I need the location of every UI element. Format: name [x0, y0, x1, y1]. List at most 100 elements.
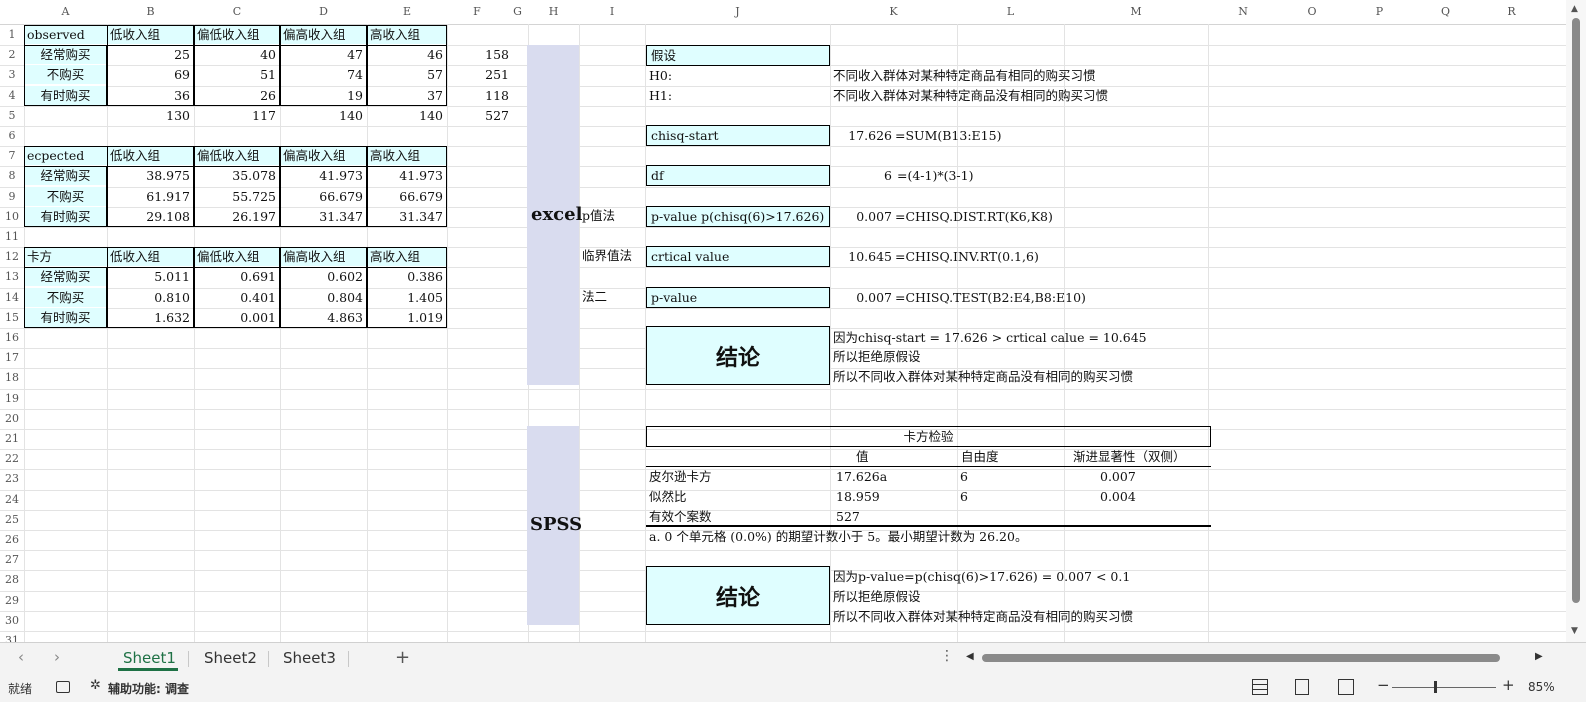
row-header-8[interactable]: 8 — [0, 166, 25, 187]
row-header-30[interactable]: 30 — [0, 610, 25, 631]
column-header-r[interactable]: R — [1478, 2, 1545, 21]
row-header-29[interactable]: 29 — [0, 590, 25, 611]
column-header-p[interactable]: P — [1346, 2, 1413, 21]
hscroll-right-icon[interactable]: ▶ — [1535, 651, 1543, 662]
observed-col-total[interactable]: 140 — [367, 106, 447, 125]
vertical-scrollbar[interactable]: ▲ ▼ — [1566, 0, 1586, 642]
column-header-j[interactable]: J — [645, 2, 830, 21]
column-header-c[interactable]: C — [194, 2, 280, 21]
zoom-in-icon[interactable]: + — [1502, 676, 1515, 694]
column-header-g[interactable]: G — [507, 2, 528, 21]
row-header-20[interactable]: 20 — [0, 408, 25, 429]
observed-col-total[interactable]: 527 — [447, 106, 513, 125]
tab-sheet2[interactable]: Sheet2 — [204, 647, 257, 669]
table-border — [107, 25, 194, 106]
column-header-h[interactable]: H — [528, 2, 579, 21]
row-header-9[interactable]: 9 — [0, 186, 25, 207]
row-header-11[interactable]: 11 — [0, 227, 25, 248]
next-sheet-icon[interactable]: › — [54, 648, 60, 666]
accessibility-icon[interactable]: ✲ — [90, 678, 101, 693]
zoom-out-icon[interactable]: − — [1377, 676, 1390, 694]
column-header-b[interactable]: B — [107, 2, 194, 21]
observed-col-total[interactable]: 140 — [280, 106, 367, 125]
pvalue2-value[interactable]: 0.007 — [830, 288, 892, 307]
add-sheet-button[interactable]: + — [395, 647, 410, 669]
chisq-start-value[interactable]: 17.626 — [830, 126, 892, 145]
row-header-22[interactable]: 22 — [0, 449, 25, 470]
row-header-5[interactable]: 5 — [0, 105, 25, 126]
column-header-m[interactable]: M — [1064, 2, 1208, 21]
row-header-13[interactable]: 13 — [0, 267, 25, 288]
horizontal-scroll-thumb[interactable] — [982, 654, 1500, 662]
row-header-21[interactable]: 21 — [0, 429, 25, 450]
row-header-10[interactable]: 10 — [0, 206, 25, 227]
pvalue-label[interactable]: p-value p(chisq(6)>17.626) — [646, 206, 830, 227]
scroll-down-icon[interactable]: ▼ — [1571, 626, 1578, 636]
tab-sheet3[interactable]: Sheet3 — [283, 647, 336, 669]
row-header-16[interactable]: 16 — [0, 328, 25, 349]
row-header-18[interactable]: 18 — [0, 368, 25, 389]
row-header-15[interactable]: 15 — [0, 307, 25, 328]
df-value[interactable]: 6 — [830, 166, 892, 185]
tab-sheet1[interactable]: Sheet1 — [123, 647, 176, 669]
spreadsheet-grid[interactable]: ABCDEFGHIJKLMNOPQR 1 2 3 4 5 6 7 8 9 10 11 12 13 14 15… — [0, 0, 1566, 642]
accessibility-status[interactable]: 辅助功能: 调查 — [108, 680, 189, 697]
column-header-d[interactable]: D — [280, 2, 367, 21]
row-header-6[interactable]: 6 — [0, 126, 25, 147]
column-header-e[interactable]: E — [367, 2, 447, 21]
row-header-25[interactable]: 25 — [0, 509, 25, 530]
column-header-o[interactable]: O — [1278, 2, 1346, 21]
df-label[interactable]: df — [646, 165, 830, 186]
zoom-slider-thumb[interactable] — [1434, 681, 1438, 693]
macro-record-icon[interactable] — [56, 681, 70, 693]
row-header-17[interactable]: 17 — [0, 348, 25, 369]
hscroll-left-icon[interactable]: ◀ — [966, 651, 974, 662]
row-header-12[interactable]: 12 — [0, 247, 25, 268]
observed-col-total[interactable]: 117 — [194, 106, 280, 125]
prev-sheet-icon[interactable]: ‹ — [18, 648, 24, 666]
row-header-3[interactable]: 3 — [0, 65, 25, 86]
column-header-k[interactable]: K — [830, 2, 957, 21]
normal-view-icon[interactable] — [1252, 679, 1268, 695]
spss-cell: 527 — [836, 509, 860, 524]
chisq-start-label[interactable]: chisq-start — [646, 125, 830, 146]
column-header-f[interactable]: F — [447, 2, 507, 21]
column-header-a[interactable]: A — [24, 2, 107, 21]
row-header-7[interactable]: 7 — [0, 146, 25, 167]
vertical-scroll-thumb[interactable] — [1572, 18, 1580, 603]
row-header-27[interactable]: 27 — [0, 550, 25, 571]
column-header-i[interactable]: I — [579, 2, 645, 21]
row-header-24[interactable]: 24 — [0, 489, 25, 510]
column-header-l[interactable]: L — [957, 2, 1064, 21]
critical-value[interactable]: 10.645 — [830, 247, 892, 266]
page-break-view-icon[interactable] — [1338, 679, 1354, 695]
more-options-icon[interactable]: ⋮ — [940, 648, 954, 664]
column-header-n[interactable]: N — [1208, 2, 1278, 21]
column-header-q[interactable]: Q — [1413, 2, 1478, 21]
excel-conclusion-title[interactable]: 结论 — [646, 326, 830, 385]
pvalue2-label[interactable]: p-value — [646, 287, 830, 308]
zoom-slider[interactable] — [1392, 687, 1496, 688]
pvalue-value[interactable]: 0.007 — [830, 207, 892, 226]
observed-row-total[interactable]: 251 — [447, 65, 513, 84]
zoom-level[interactable]: 85% — [1528, 680, 1555, 694]
table-border — [24, 166, 107, 227]
row-header-14[interactable]: 14 — [0, 287, 25, 308]
observed-col-total[interactable]: 130 — [107, 106, 194, 125]
row-header-4[interactable]: 4 — [0, 85, 25, 106]
observed-row-total[interactable]: 118 — [447, 86, 513, 105]
row-header-2[interactable]: 2 — [0, 45, 25, 66]
observed-row-total[interactable]: 158 — [447, 45, 513, 64]
row-header-31[interactable]: 31 — [0, 631, 25, 642]
row-header-23[interactable]: 23 — [0, 469, 25, 490]
row-header-28[interactable]: 28 — [0, 570, 25, 591]
row-header-19[interactable]: 19 — [0, 388, 25, 409]
scroll-up-icon[interactable]: ▲ — [1571, 4, 1578, 14]
table-border — [194, 146, 280, 227]
critical-label[interactable]: crtical value — [646, 246, 830, 267]
row-header-26[interactable]: 26 — [0, 530, 25, 551]
page-layout-view-icon[interactable] — [1295, 679, 1309, 695]
spss-conclusion-title[interactable]: 结论 — [646, 566, 830, 625]
hypothesis-title[interactable]: 假设 — [646, 45, 830, 66]
row-header-1[interactable]: 1 — [0, 25, 25, 46]
